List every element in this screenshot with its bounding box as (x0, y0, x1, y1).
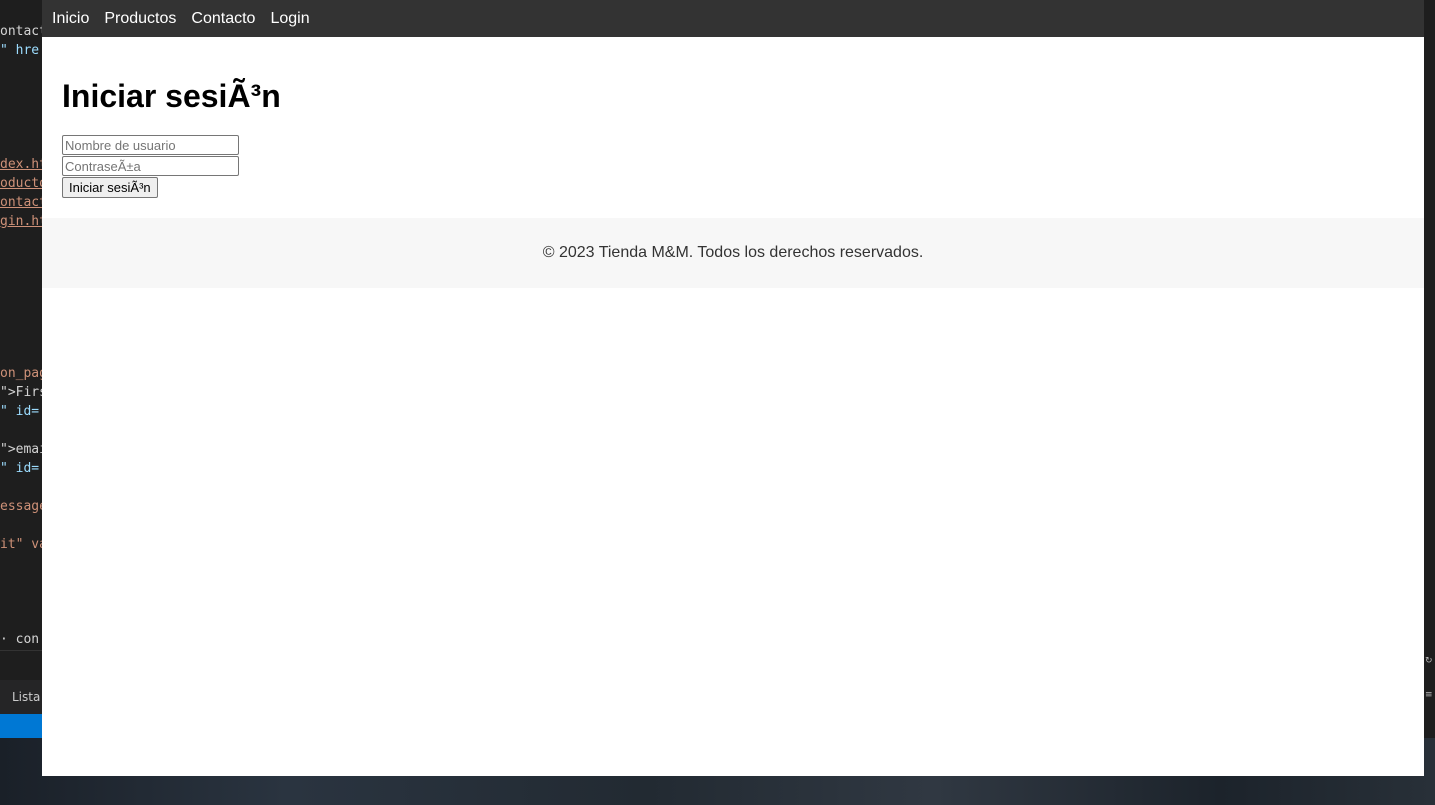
code-line: it" va (0, 537, 42, 552)
code-line: ontact (0, 24, 42, 39)
right-editor-strip (1424, 0, 1435, 738)
code-line: essage (0, 499, 42, 514)
username-input[interactable] (62, 135, 239, 155)
code-line: " id= (0, 461, 40, 476)
password-input[interactable] (62, 156, 239, 176)
panel-label[interactable]: Lista d (12, 690, 42, 704)
code-line: oducto (0, 176, 42, 191)
browser-page: Inicio Productos Contacto Login Iniciar … (42, 0, 1424, 776)
code-line: · con e (0, 632, 42, 647)
top-navbar: Inicio Productos Contacto Login (42, 0, 1424, 37)
background-code-editor: ontact " hre dex.ht oducto ontacto gin.ht on_p… (0, 0, 42, 680)
footer-copyright: © 2023 Tienda M&M. Todos los derechos re… (542, 244, 924, 261)
code-line: dex.ht (0, 157, 42, 172)
menu-icon[interactable]: ≡ (1425, 690, 1435, 700)
code-line: gin.ht (0, 214, 42, 229)
code-line: on_pag (0, 366, 42, 381)
login-submit-button[interactable]: Iniciar sesiÃ³n (62, 177, 158, 198)
editor-status-bar (0, 714, 42, 738)
editor-status-area (0, 650, 42, 681)
code-line: " id= (0, 404, 40, 419)
code-line: ontacto (0, 195, 42, 210)
nav-link-inicio[interactable]: Inicio (52, 10, 89, 28)
nav-link-productos[interactable]: Productos (104, 10, 176, 28)
code-line: ">emai (0, 442, 42, 457)
page-footer: © 2023 Tienda M&M. Todos los derechos re… (42, 218, 1424, 288)
refresh-icon[interactable]: ↻ (1425, 656, 1435, 666)
nav-link-login[interactable]: Login (270, 10, 309, 28)
code-line: " hre (0, 43, 40, 58)
page-title: Iniciar sesiÃ³n (62, 78, 281, 114)
code-line: ">Firs (0, 385, 42, 400)
nav-link-contacto[interactable]: Contacto (191, 10, 255, 28)
main-content: Iniciar sesiÃ³n Iniciar sesiÃ³n (42, 37, 1424, 218)
login-form: Iniciar sesiÃ³n (62, 135, 1404, 198)
editor-panel-bar[interactable]: Lista d (0, 680, 42, 714)
